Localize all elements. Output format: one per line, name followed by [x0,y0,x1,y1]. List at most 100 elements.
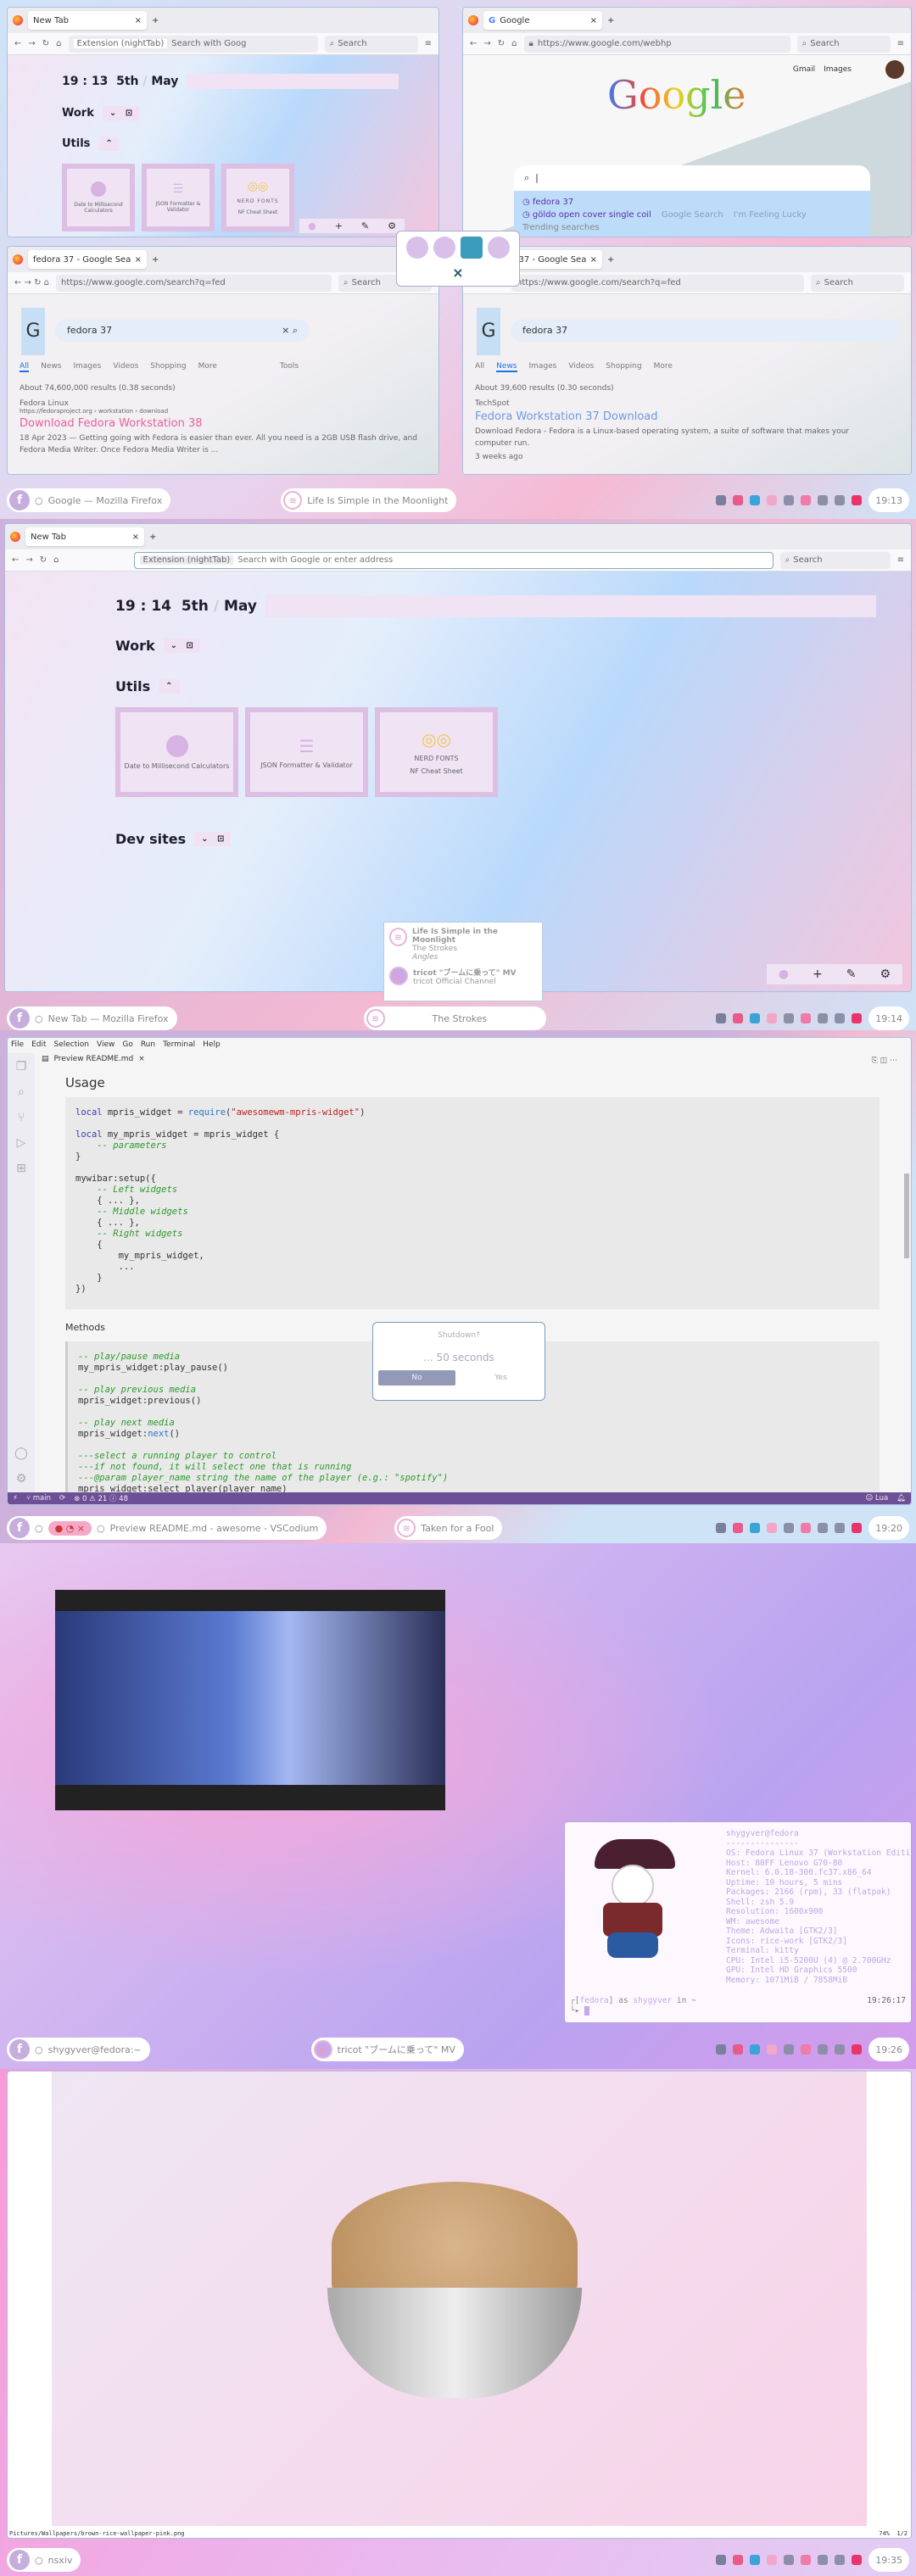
search-box[interactable]: ⌕ Search [324,35,418,53]
gear-icon[interactable]: ⚙ [388,220,396,231]
tray-network-icon[interactable] [835,1523,846,1533]
edit-icon[interactable]: ✎ [846,967,857,981]
forward-icon[interactable]: → [483,39,490,48]
tray-image-viewer-icon[interactable] [784,1013,795,1023]
tray-chat-icon[interactable] [818,1523,829,1533]
menu-terminal[interactable]: Terminal [163,1040,195,1051]
tray-firefox-icon[interactable] [750,2044,761,2055]
menu-help[interactable]: Help [203,1040,221,1051]
menu-selection[interactable]: Selection [54,1040,89,1051]
source-control-icon[interactable]: ⑂ [18,1111,25,1124]
problems-indicator[interactable]: ⊗ 0 ⚠ 21 ⓘ 48 [74,1493,128,1503]
tray-image-viewer-icon[interactable] [784,495,795,505]
new-tab-button[interactable]: + [607,16,614,25]
search-box[interactable]: ⌕ Search [796,35,891,53]
search-bar[interactable] [187,74,399,89]
tile-json[interactable]: ☰ JSON Formatter & Validator [245,707,368,797]
query-input[interactable]: fedora 37 × ⌕ [55,320,310,342]
feeling-lucky-button[interactable]: I'm Feeling Lucky [734,209,807,221]
address-bar[interactable]: 🔒︎ https://www.google.com/webhp [523,35,790,53]
firefox-window-newtab[interactable]: New Tab × + ← → ↻ ⌂ Extension (nightTab) Sear… [7,7,439,237]
layout-icon-selected[interactable] [461,237,483,259]
tray-video-icon[interactable] [801,495,812,505]
menu-icon[interactable]: ≡ [897,39,904,48]
close-icon[interactable]: × [138,1055,145,1063]
tray-terminal-icon[interactable] [733,2555,744,2565]
menu-file[interactable]: File [11,1040,24,1051]
search-box[interactable]: ⌕ Search [779,551,891,569]
branch-indicator[interactable]: ⑂ main [26,1494,51,1503]
address-bar[interactable]: Extension (nightTab) Search with Google o… [133,551,774,569]
vscodium-window[interactable]: File Edit Selection View Go Run Terminal Help ❐… [7,1037,912,1505]
tray-chat-icon[interactable] [818,2044,829,2055]
bell-icon[interactable]: 🔔︎ [896,1494,906,1503]
tray-media-icon[interactable] [852,1013,863,1023]
tray-image-viewer-icon[interactable] [784,1523,795,1533]
add-icon[interactable]: + [335,220,343,231]
media-item[interactable]: ▶ tricot "ブームに乗って" MV tricot Official Chan… [389,967,537,986]
address-bar[interactable]: https://www.google.com/search?q=fed [511,274,804,292]
tray-home-icon[interactable] [716,2555,727,2565]
search-icon[interactable]: ⌕ [18,1085,25,1099]
firefox-window-search-all[interactable]: fedora 37 - Google Search×+ ← → ↻ ⌂https… [7,246,439,475]
tray-network-icon[interactable] [835,2044,846,2055]
result-link[interactable]: Fedora Workstation 37 Download [475,410,882,423]
firefox-window-search-news[interactable]: fedora 37 - Google Search×+ ← → ↻ ⌂https… [462,246,912,475]
explorer-icon[interactable]: ❐ [16,1060,27,1073]
tray-home-icon[interactable] [716,495,727,505]
close-icon[interactable]: × [590,16,597,25]
tray-home-icon[interactable] [716,1013,727,1023]
new-tab-button[interactable]: + [149,532,156,542]
video-player[interactable] [55,1590,445,1810]
suggestion-item[interactable]: ◷ fedora 37 [522,196,862,209]
tray-notes-icon[interactable] [767,2044,778,2055]
tray-network-icon[interactable] [835,495,846,505]
google-search-input[interactable]: ⌕ | [514,165,870,191]
menu-edit[interactable]: Edit [31,1040,46,1051]
forward-icon[interactable]: → [25,555,32,565]
taskbar-window[interactable]: f ○ nsxiv [7,2548,81,2572]
layout-icon[interactable] [488,237,510,259]
tray-firefox-icon[interactable] [750,495,761,505]
reload-icon[interactable]: ↻ [40,555,47,565]
menu-run[interactable]: Run [141,1040,155,1051]
tray-media-icon[interactable] [852,1523,863,1533]
back-icon[interactable]: ← [12,555,19,565]
remote-icon[interactable]: ⚡ [13,1494,18,1503]
taskbar-window[interactable]: f ○ Google — Mozilla Firefox [7,488,171,512]
tab-more[interactable]: More [654,362,673,372]
media-item[interactable]: ≋ Life Is Simple in the Moonlight The Stro… [389,928,537,962]
tray-video-icon[interactable] [801,2044,812,2055]
theme-dot[interactable]: ● [779,967,789,981]
back-icon[interactable]: ← [14,39,21,48]
edit-icon[interactable]: ✎ [361,220,369,231]
taskbar-window[interactable]: f ○ shygyver@fedora:~ [7,2038,150,2061]
tray-chat-icon[interactable] [818,2555,829,2565]
reload-icon[interactable]: ↻ [498,39,505,48]
avatar[interactable] [885,60,904,79]
add-icon[interactable]: + [813,967,823,981]
tile-date-calc[interactable]: Date to Millisecond Calculators [115,707,238,797]
tray-image-viewer-icon[interactable] [784,2044,795,2055]
taskbar-window[interactable]: f ○ ● ◔ × ○ Preview README.md - awesome -… [7,1516,327,1540]
result-link[interactable]: Download Fedora Workstation 38 [20,417,427,430]
tools-button[interactable]: Tools [280,362,299,372]
tray-home-icon[interactable] [716,2044,727,2055]
tab-images[interactable]: Images [529,362,557,372]
media-widget[interactable]: ≋ Taken for a Fool [394,1516,503,1540]
tab-google[interactable]: G Google × [483,11,602,30]
group-dev-sites[interactable]: Dev sites ⌄ ⊡ [115,831,232,847]
tab-new-tab[interactable]: New Tab × [25,527,144,546]
firefox-window-google[interactable]: G Google × + ← → ↻ ⌂ 🔒︎ https://www.google.com/… [462,7,912,237]
close-icon[interactable]: × [402,265,514,282]
tray-video-icon[interactable] [801,2555,812,2565]
tray-terminal-icon[interactable] [733,1013,744,1023]
forward-icon[interactable]: → [28,39,35,48]
theme-dot[interactable]: ● [308,220,316,231]
yes-button[interactable]: Yes [462,1370,539,1386]
tile-nerd-fonts[interactable]: ◎◎ NERD FONTS NF Cheat Sheet [375,707,498,797]
home-icon[interactable]: ⌂ [56,39,61,48]
home-icon[interactable]: ⌂ [53,555,59,565]
media-widget[interactable]: ≋ The Strokes [363,1006,546,1030]
tray-firefox-icon[interactable] [750,1013,761,1023]
